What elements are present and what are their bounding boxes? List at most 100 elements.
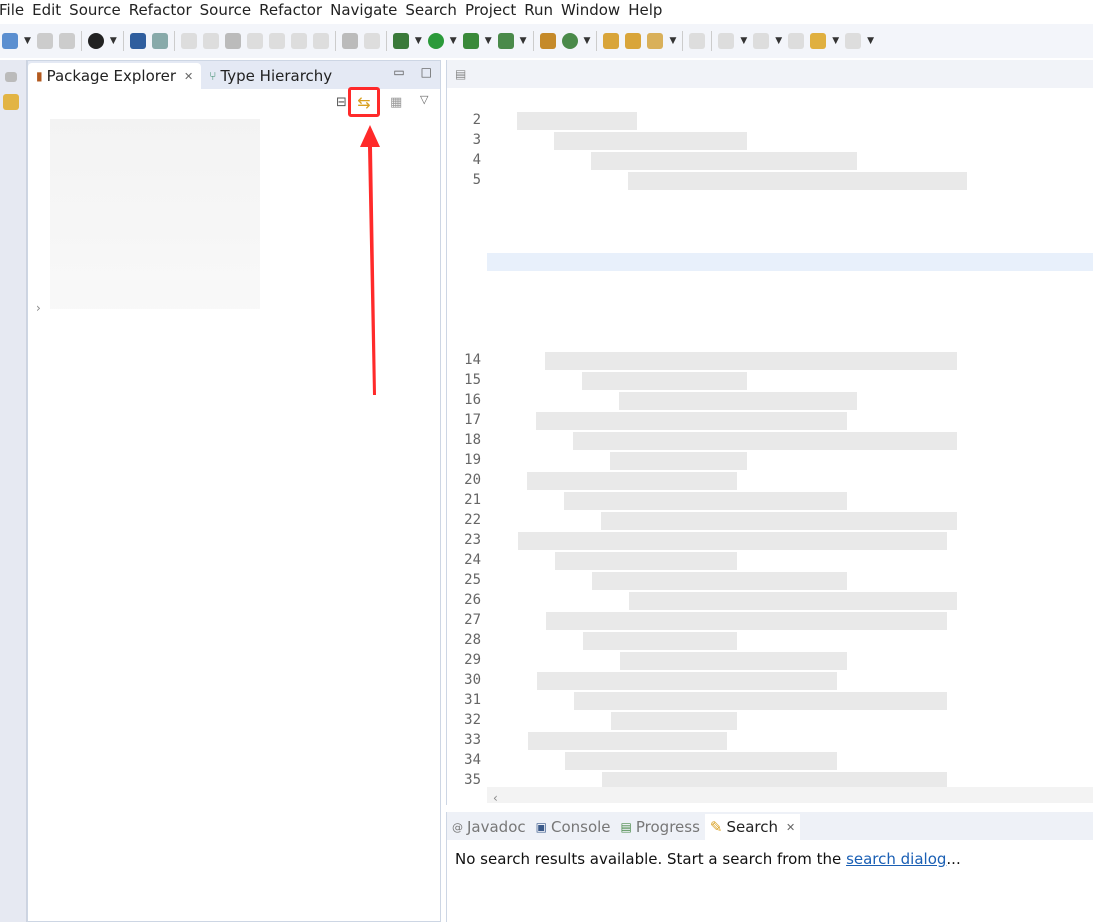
menu-navigate[interactable]: Navigate — [330, 0, 405, 22]
line-number: 22 — [464, 512, 481, 528]
new-icon[interactable] — [2, 33, 18, 49]
last-edit-icon[interactable] — [788, 33, 805, 49]
minimize-icon[interactable]: ▭ — [385, 65, 412, 89]
code-line-blurred — [611, 712, 737, 730]
line-number: 31 — [464, 692, 481, 708]
forward-icon[interactable] — [845, 33, 862, 49]
menu-source[interactable]: Source — [69, 0, 129, 22]
menu-search[interactable]: Search — [405, 0, 465, 22]
new-java-project-icon[interactable] — [539, 33, 556, 49]
external-tools-icon[interactable] — [497, 33, 514, 49]
dropdown-icon[interactable]: ▼ — [669, 36, 676, 46]
resume-icon[interactable] — [180, 33, 197, 49]
run-icon[interactable] — [427, 33, 444, 49]
previous-annotation-icon[interactable] — [753, 33, 770, 49]
dropdown-icon[interactable]: ▼ — [740, 36, 747, 46]
search-icon[interactable] — [647, 33, 664, 49]
dropdown-icon[interactable]: ▼ — [584, 36, 591, 46]
use-step-filters-icon[interactable] — [363, 33, 380, 49]
tab-console[interactable]: ▣ Console — [531, 814, 616, 840]
dropdown-icon[interactable]: ▼ — [415, 36, 422, 46]
current-line-highlight — [487, 253, 1093, 271]
menu-help[interactable]: Help — [628, 0, 670, 22]
git-repositories-icon[interactable] — [3, 94, 19, 110]
type-hierarchy-icon: ⑂ — [209, 69, 217, 83]
menu-refactor-2[interactable]: Refactor — [259, 0, 330, 22]
step-return-icon[interactable] — [312, 33, 329, 49]
dropdown-icon[interactable]: ▼ — [485, 36, 492, 46]
line-number: 5 — [472, 172, 481, 188]
line-number: 21 — [464, 492, 481, 508]
menu-window[interactable]: Window — [561, 0, 628, 22]
step-into-icon[interactable] — [268, 33, 285, 49]
scroll-left-icon[interactable]: ‹ — [493, 791, 498, 805]
code-line-blurred — [574, 692, 947, 710]
tab-label: Console — [550, 818, 611, 836]
left-trim-stack — [0, 60, 27, 922]
focus-on-working-set-icon[interactable]: ▦ — [390, 95, 402, 110]
code-line-blurred — [601, 512, 957, 530]
terminal-icon[interactable] — [129, 33, 146, 49]
tab-label: Type Hierarchy — [220, 67, 333, 85]
debug-icon[interactable] — [392, 33, 409, 49]
maximize-icon[interactable]: □ — [413, 65, 440, 89]
menu-source-2[interactable]: Source — [200, 0, 260, 22]
code-line-blurred — [536, 412, 847, 430]
terminate-icon[interactable] — [224, 33, 241, 49]
close-icon[interactable]: ✕ — [786, 821, 795, 834]
save-icon[interactable] — [36, 33, 53, 49]
drop-to-frame-icon[interactable] — [341, 33, 358, 49]
message-suffix: ... — [946, 850, 961, 868]
code-line-blurred — [555, 552, 737, 570]
separator — [682, 31, 684, 51]
dropdown-icon[interactable]: ▼ — [24, 36, 31, 46]
dropdown-icon[interactable]: ▼ — [832, 36, 839, 46]
step-over-icon[interactable] — [290, 33, 307, 49]
view-menu-icon[interactable]: ▽ — [420, 93, 428, 106]
coverage-icon[interactable] — [462, 33, 479, 49]
restore-icon[interactable] — [5, 72, 17, 82]
suspend-icon[interactable] — [202, 33, 219, 49]
tab-progress[interactable]: ▤ Progress — [616, 814, 705, 840]
disconnect-icon[interactable] — [246, 33, 263, 49]
user-icon[interactable] — [87, 33, 104, 49]
menu-project[interactable]: Project — [465, 0, 524, 22]
code-line-blurred — [565, 752, 837, 770]
expand-icon[interactable]: › — [36, 301, 41, 315]
menu-run[interactable]: Run — [524, 0, 561, 22]
open-task-icon[interactable] — [625, 33, 642, 49]
main-toolbar: ▼ ▼ ▼ ▼ ▼ ▼ ▼ ▼ ▼ ▼ ▼ ▼ — [0, 24, 1093, 58]
open-type-icon[interactable] — [603, 33, 620, 49]
line-number: 2 — [472, 112, 481, 128]
tab-package-explorer[interactable]: ▮ Package Explorer ✕ — [28, 63, 202, 89]
back-icon[interactable] — [810, 33, 827, 49]
collapse-all-icon[interactable]: ⊟ — [336, 95, 347, 110]
tab-javadoc[interactable]: @ Javadoc — [447, 814, 531, 840]
dropdown-icon[interactable]: ▼ — [110, 36, 117, 46]
skip-breakpoints-icon[interactable] — [151, 33, 168, 49]
line-number: 25 — [464, 572, 481, 588]
search-dialog-link[interactable]: search dialog — [846, 850, 946, 868]
new-class-icon[interactable] — [561, 33, 578, 49]
link-with-editor-icon[interactable]: ⇆ — [348, 87, 380, 117]
separator — [532, 31, 534, 51]
code-line-blurred — [518, 532, 947, 550]
menu-file[interactable]: File — [0, 0, 32, 22]
dropdown-icon[interactable]: ▼ — [867, 36, 874, 46]
dropdown-icon[interactable]: ▼ — [520, 36, 527, 46]
separator — [596, 31, 598, 51]
dropdown-icon[interactable]: ▼ — [775, 36, 782, 46]
line-number: 33 — [464, 732, 481, 748]
dropdown-icon[interactable]: ▼ — [450, 36, 457, 46]
save-all-icon[interactable] — [58, 33, 75, 49]
menu-edit[interactable]: Edit — [32, 0, 69, 22]
close-icon[interactable]: ✕ — [184, 70, 193, 83]
tab-search[interactable]: ✎ Search ✕ — [704, 814, 801, 840]
toggle-annotation-icon[interactable] — [689, 33, 706, 49]
next-annotation-icon[interactable] — [718, 33, 735, 49]
line-number: 30 — [464, 672, 481, 688]
horizontal-scrollbar[interactable]: ‹ — [487, 787, 1093, 805]
java-file-icon[interactable]: ▤ — [455, 67, 466, 81]
menu-refactor[interactable]: Refactor — [129, 0, 200, 22]
tab-type-hierarchy[interactable]: ⑂ Type Hierarchy — [201, 63, 340, 89]
